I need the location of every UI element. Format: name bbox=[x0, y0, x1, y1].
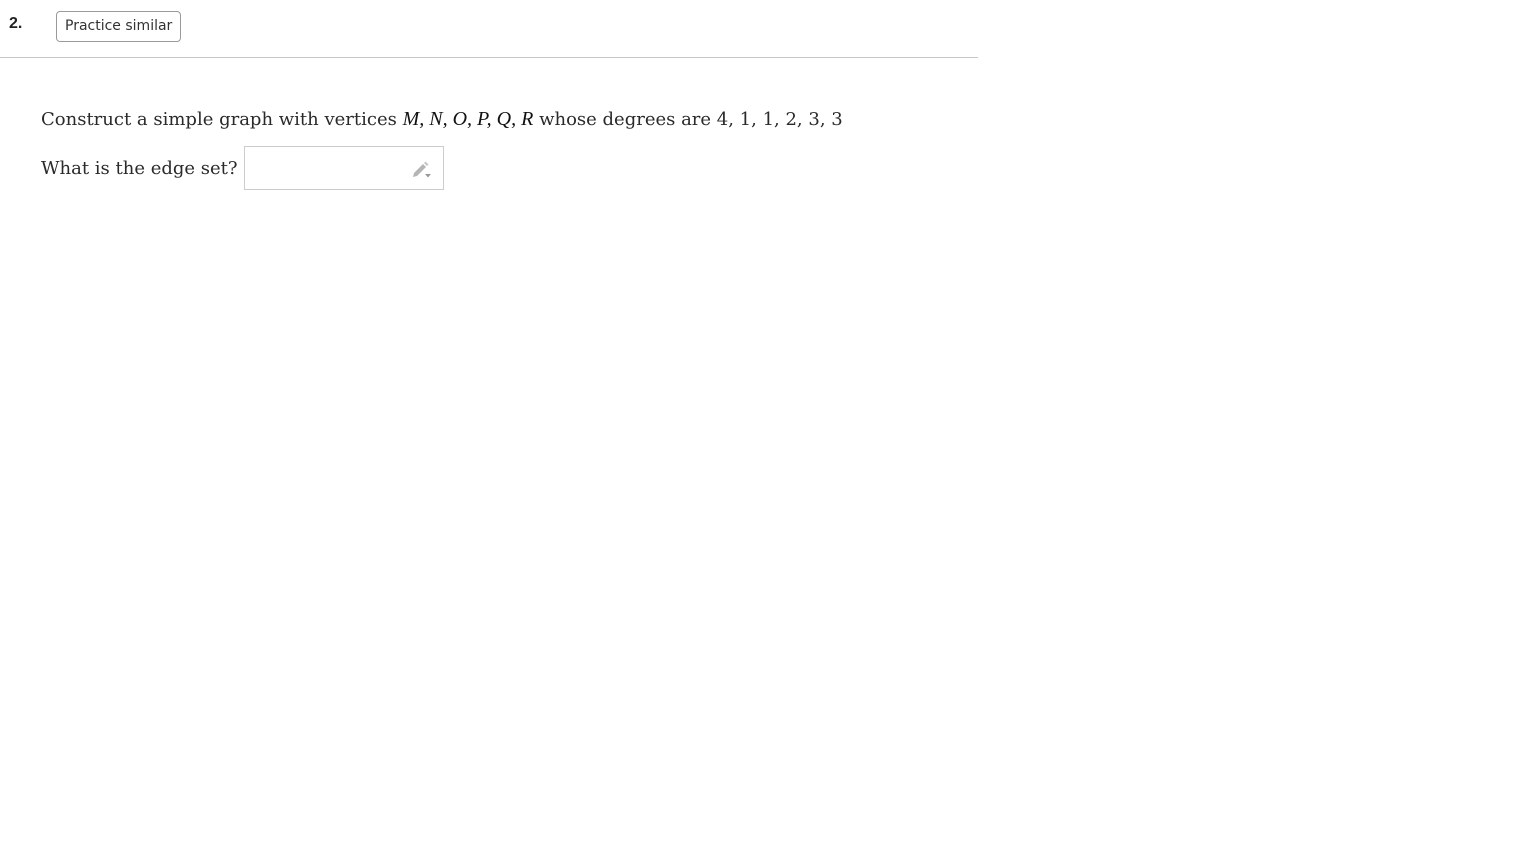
pencil-icon[interactable] bbox=[411, 159, 433, 179]
question-page: 2. Practice similar Construct a simple g… bbox=[0, 0, 1536, 864]
question-header: 2. Practice similar bbox=[0, 0, 978, 58]
question-prompt: Construct a simple graph with vertices M… bbox=[41, 104, 843, 135]
practice-similar-button[interactable]: Practice similar bbox=[56, 11, 182, 42]
answer-row: What is the edge set? bbox=[41, 146, 444, 190]
answer-box[interactable] bbox=[243, 146, 444, 190]
question-body: Construct a simple graph with vertices M… bbox=[41, 104, 843, 190]
vertex-list: M, N, O, P, Q, R bbox=[402, 108, 534, 130]
prompt-suffix: whose degrees are 4, 1, 1, 2, 3, 3 bbox=[533, 109, 843, 130]
question-number: 2. bbox=[9, 15, 23, 32]
edge-set-input[interactable] bbox=[244, 147, 405, 189]
prompt-prefix: Construct a simple graph with vertices bbox=[41, 109, 403, 130]
answer-label: What is the edge set? bbox=[41, 157, 238, 179]
